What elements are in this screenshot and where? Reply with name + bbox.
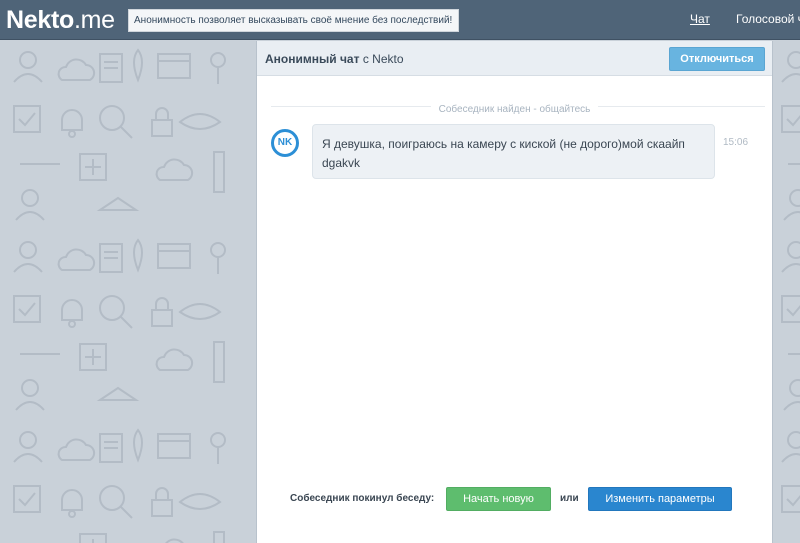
disconnect-button[interactable]: Отключиться [669, 47, 765, 71]
message-time: 15:06 [723, 137, 749, 148]
or-label: или [560, 493, 579, 504]
nav-link-voice-chat[interactable]: Голосовой чат [736, 12, 800, 26]
logo-domain: .me [73, 6, 115, 34]
logo[interactable]: Nekto.me [6, 5, 115, 35]
tagline-banner: Анонимность позволяет высказывать своё м… [128, 9, 459, 32]
chat-title-rest: с Nekto [359, 52, 404, 66]
chat-header: Анонимный чат с Nekto Отключиться [257, 41, 772, 76]
chat-panel: Анонимный чат с Nekto Отключиться Собесе… [256, 41, 773, 543]
status-found: Собеседник найден - общайтесь [257, 99, 772, 117]
chat-title: Анонимный чат с Nekto [265, 52, 404, 66]
status-found-text: Собеседник найден - общайтесь [430, 104, 599, 115]
avatar: NK [271, 129, 299, 157]
logo-name: Nekto [6, 6, 74, 34]
chat-title-bold: Анонимный чат [265, 52, 360, 66]
change-params-button[interactable]: Изменить параметры [588, 487, 732, 511]
partner-left-label: Собеседник покинул беседу: [290, 493, 435, 504]
message-bubble: Я девушка, поиграюсь на камеру с киской … [312, 124, 715, 179]
start-new-button[interactable]: Начать новую [446, 487, 551, 511]
nav-link-chat[interactable]: Чат [690, 12, 710, 26]
top-bar: Nekto.me Анонимность позволяет высказыва… [0, 0, 800, 40]
